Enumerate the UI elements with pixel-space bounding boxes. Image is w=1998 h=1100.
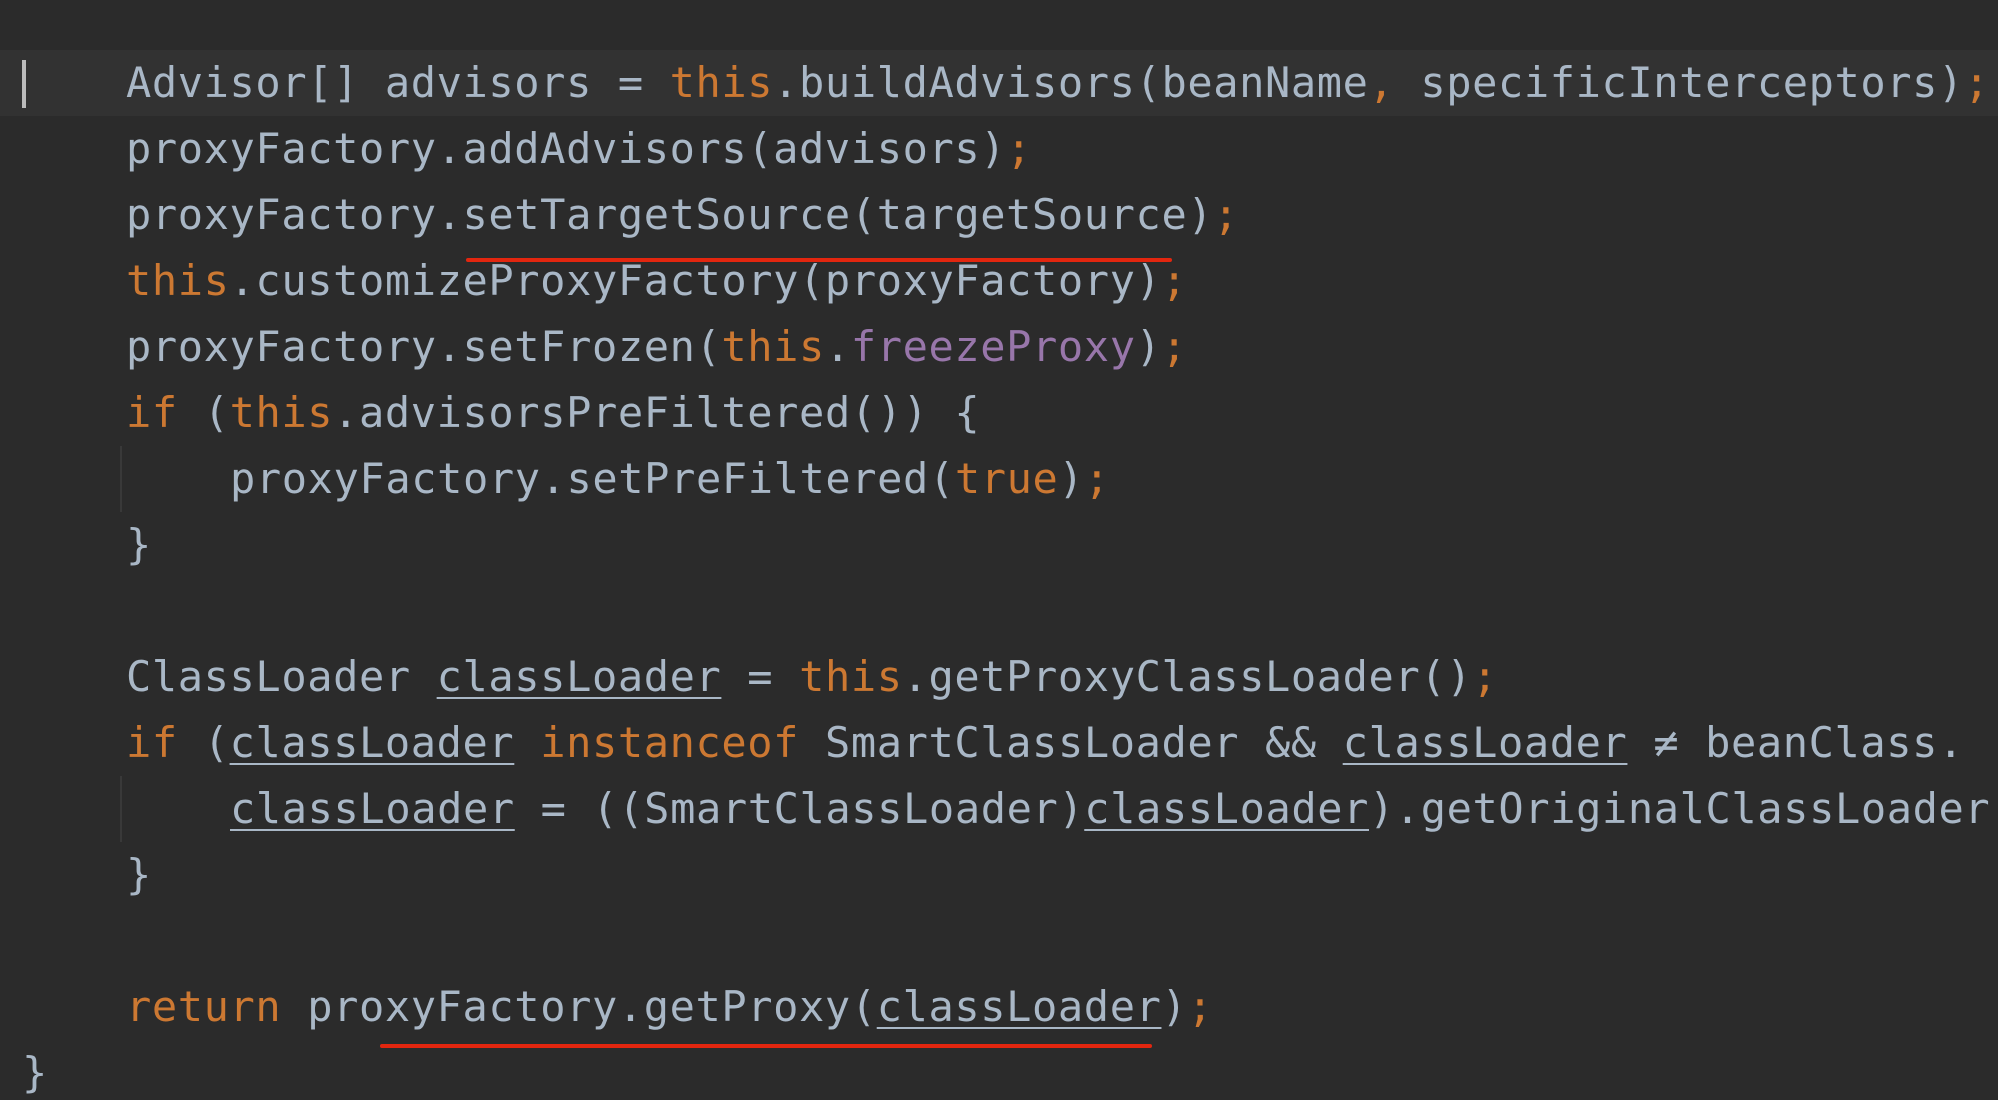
code-token: = ((SmartClassLoader) <box>514 784 1085 833</box>
comma-token: , <box>1368 58 1395 107</box>
semicolon-token: ; <box>1213 190 1240 239</box>
code-line-12[interactable]: classLoader = ((SmartClassLoader)classLo… <box>230 776 1990 842</box>
red-underline-annotation <box>466 258 1172 262</box>
keyword-this: this <box>721 322 825 371</box>
code-line-2[interactable]: proxyFactory.addAdvisors(advisors); <box>126 116 1032 182</box>
code-token: ( <box>177 388 230 437</box>
variable-token: classLoader <box>436 652 722 701</box>
semicolon-token: ; <box>1161 322 1188 371</box>
code-token: proxyFactory.setPreFiltered( <box>230 454 955 503</box>
code-line-10[interactable]: ClassLoader classLoader = this.getProxyC… <box>126 644 1498 710</box>
code-line-15[interactable]: return proxyFactory.getProxy(classLoader… <box>126 974 1213 1040</box>
code-line-13[interactable]: } <box>126 842 152 908</box>
keyword-if: if <box>126 718 178 767</box>
keyword-this: this <box>799 652 903 701</box>
code-token: SmartClassLoader && <box>799 718 1343 767</box>
closing-brace: } <box>22 1048 48 1097</box>
semicolon-token: ; <box>1084 454 1111 503</box>
code-token: ) <box>1161 982 1188 1031</box>
keyword-this: this <box>669 58 774 107</box>
code-editor[interactable]: Advisor[] advisors = this.buildAdvisors(… <box>0 0 1998 1100</box>
code-token: proxyFactory.setTargetSource(targetSourc… <box>126 190 1214 239</box>
keyword-this: this <box>229 388 334 437</box>
code-token: specificInterceptors) <box>1394 58 1964 107</box>
code-line-5[interactable]: proxyFactory.setFrozen(this.freezeProxy)… <box>126 314 1187 380</box>
code-token: . <box>824 322 851 371</box>
code-token: proxyFactory.setFrozen( <box>126 322 722 371</box>
variable-token: classLoader <box>1342 718 1628 767</box>
code-token: ) <box>1058 454 1085 503</box>
field-token: freezeProxy <box>850 322 1136 371</box>
code-line-1[interactable]: Advisor[] advisors = this.buildAdvisors(… <box>126 50 1990 116</box>
red-underline-annotation <box>380 1044 1152 1048</box>
code-token: ( <box>177 718 230 767</box>
closing-brace: } <box>126 520 152 569</box>
keyword-if: if <box>126 388 178 437</box>
code-token: proxyFactory.addAdvisors(advisors) <box>126 124 1007 173</box>
code-token: = <box>721 652 800 701</box>
variable-token: classLoader <box>230 784 515 833</box>
semicolon-token: ; <box>1161 256 1188 305</box>
semicolon-token: ; <box>1006 124 1033 173</box>
indent-guide <box>120 776 122 842</box>
code-line-8[interactable]: } <box>126 512 152 578</box>
code-token: proxyFactory.getProxy( <box>281 982 877 1031</box>
code-line-7[interactable]: proxyFactory.setPreFiltered(true); <box>230 446 1110 512</box>
variable-token: classLoader <box>1084 784 1369 833</box>
code-token: Advisor[] advisors = <box>126 58 670 107</box>
variable-token: classLoader <box>876 982 1162 1031</box>
semicolon-token: ; <box>1472 652 1498 701</box>
code-token: ClassLoader <box>126 652 437 701</box>
code-token: ).getOriginalClassLoader <box>1369 784 1991 833</box>
semicolon-token: ; <box>1187 982 1214 1031</box>
code-line-11[interactable]: if (classLoader instanceof SmartClassLoa… <box>126 710 1964 776</box>
code-token: ) <box>1135 322 1162 371</box>
code-token: .getProxyClassLoader() <box>902 652 1473 701</box>
indent-guide <box>120 446 122 512</box>
semicolon-token: ; <box>1963 58 1990 107</box>
code-token: ≠ beanClass. <box>1627 718 1964 767</box>
keyword-instanceof: instanceof <box>540 718 800 767</box>
keyword-return: return <box>126 982 282 1031</box>
closing-brace: } <box>126 850 152 899</box>
text-caret <box>22 60 26 108</box>
code-line-16[interactable]: } <box>22 1040 48 1100</box>
keyword-true: true <box>954 454 1059 503</box>
code-line-6[interactable]: if (this.advisorsPreFiltered()) { <box>126 380 980 446</box>
keyword-this: this <box>126 256 230 305</box>
code-token: .customizeProxyFactory(proxyFactory) <box>229 256 1162 305</box>
variable-token: classLoader <box>229 718 515 767</box>
code-token: .buildAdvisors(beanName <box>773 58 1369 107</box>
code-token: .advisorsPreFiltered()) { <box>333 388 981 437</box>
code-line-3[interactable]: proxyFactory.setTargetSource(targetSourc… <box>126 182 1239 248</box>
